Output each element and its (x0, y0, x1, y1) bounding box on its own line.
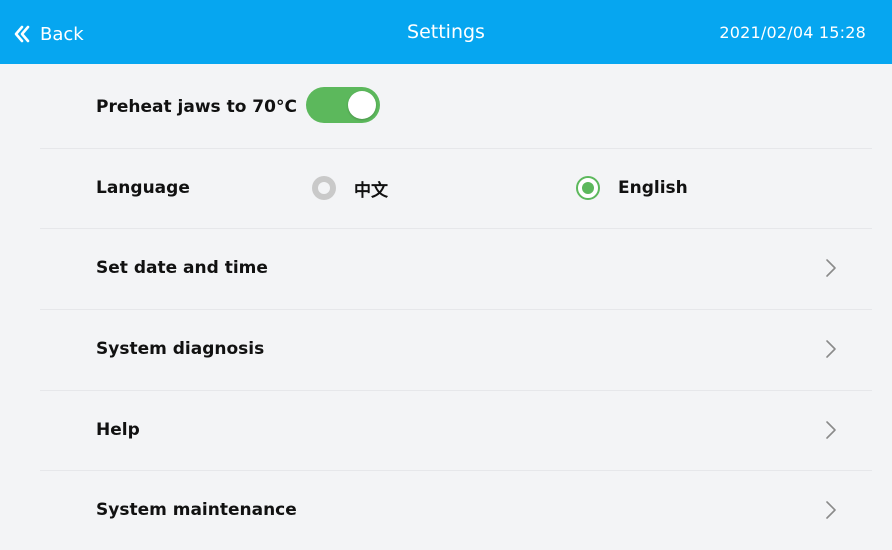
datetime-display: 2021/02/04 15:28 (719, 23, 866, 42)
set-date-time-label: Set date and time (96, 258, 268, 278)
language-option-label: English (618, 178, 688, 198)
toggle-knob (348, 91, 376, 119)
radio-unselected-icon (312, 176, 336, 200)
language-label: Language (96, 178, 190, 198)
language-option-english[interactable]: English (576, 148, 688, 228)
preheat-toggle[interactable] (306, 87, 380, 123)
system-diagnosis-row[interactable]: System diagnosis (40, 309, 872, 389)
system-diagnosis-label: System diagnosis (96, 339, 265, 359)
language-option-label: 中文 (354, 180, 388, 201)
language-option-chinese[interactable]: 中文 (312, 148, 388, 228)
language-row: Language 中文 English (40, 148, 872, 228)
top-bar: Back Settings 2021/02/04 15:28 (0, 0, 892, 64)
system-maintenance-row[interactable]: System maintenance (40, 470, 872, 550)
preheat-row: Preheat jaws to 70°C (40, 66, 872, 148)
radio-selected-icon (576, 176, 600, 200)
chevron-right-icon (824, 470, 838, 550)
chevron-right-icon (824, 309, 838, 389)
help-label: Help (96, 420, 140, 440)
chevron-right-icon (824, 228, 838, 308)
system-maintenance-label: System maintenance (96, 500, 297, 520)
chevron-right-icon (824, 390, 838, 470)
preheat-label: Preheat jaws to 70°C (96, 97, 297, 117)
help-row[interactable]: Help (40, 390, 872, 470)
set-date-time-row[interactable]: Set date and time (40, 228, 872, 308)
settings-list: Preheat jaws to 70°C Language 中文 English… (0, 64, 892, 528)
